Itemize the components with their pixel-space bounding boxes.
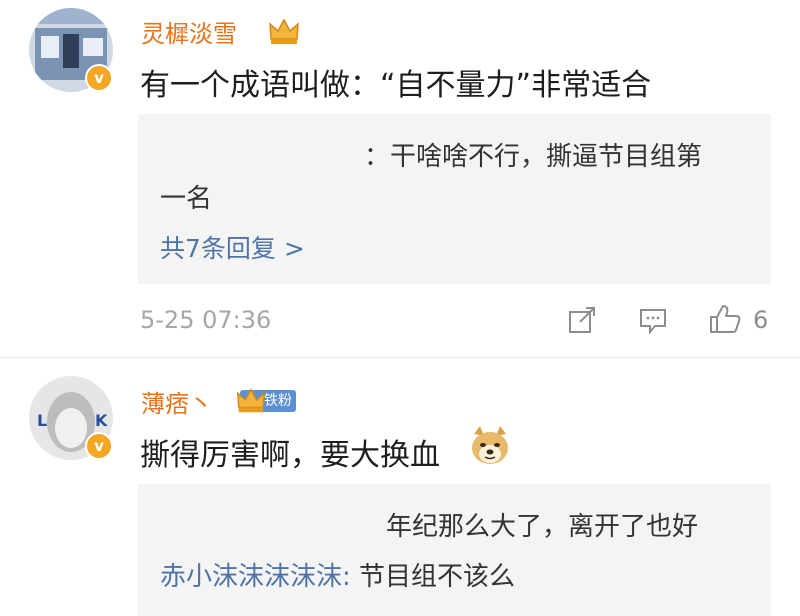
like-count: 6 xyxy=(753,306,769,334)
comment-icon[interactable] xyxy=(637,304,669,336)
reply-box[interactable]: 年纪那么大了，离开了也好 赤小沫沫沫沫沫: 节目组不该么 xyxy=(138,484,771,616)
verified-badge-icon: v xyxy=(85,432,113,460)
reply-text-line2: 一名 xyxy=(160,184,213,214)
crown-vip-icon xyxy=(237,388,265,413)
comment-text: 有一个成语叫做：“自不量力”非常适合 xyxy=(140,68,652,103)
doge-emoji-icon xyxy=(472,426,508,464)
reply-username[interactable]: 赤小沫沫沫沫沫: xyxy=(160,562,351,592)
like-icon[interactable] xyxy=(708,303,742,335)
username[interactable]: 灵樨淡雪 xyxy=(141,14,237,49)
reply-text-line1: ：干啥啥不行，撕逼节目组第 xyxy=(364,142,703,172)
svg-text:K: K xyxy=(95,411,108,430)
username[interactable]: 薄痞丶 xyxy=(141,384,213,419)
reply-box[interactable]: ：干啥啥不行，撕逼节目组第 一名 共7条回复 > xyxy=(138,114,771,284)
svg-text:L: L xyxy=(37,411,47,430)
verified-badge-icon: v xyxy=(85,64,113,92)
timestamp: 5-25 07:36 xyxy=(140,306,272,334)
comment-1: v 灵樨淡雪 有一个成语叫做：“自不量力”非常适合 ：干啥啥不行，撕逼节目组第 … xyxy=(0,0,800,350)
crown-vip-icon xyxy=(269,18,299,44)
share-icon[interactable] xyxy=(566,304,598,336)
comment-2: L K v 薄痞丶 铁粉 撕得厉害啊，要大换血 年纪那么大了，离开了也好 赤小沫… xyxy=(0,360,800,616)
reply-content: 节目组不该么 xyxy=(350,562,516,592)
more-replies-link[interactable]: 共7条回复 > xyxy=(160,229,305,265)
reply-text: 年纪那么大了，离开了也好 xyxy=(386,512,699,542)
comment-text: 撕得厉害啊，要大换血 xyxy=(140,438,440,473)
divider xyxy=(0,357,800,358)
reply-text: 赤小沫沫沫沫沫: 节目组不该么 xyxy=(160,556,515,593)
